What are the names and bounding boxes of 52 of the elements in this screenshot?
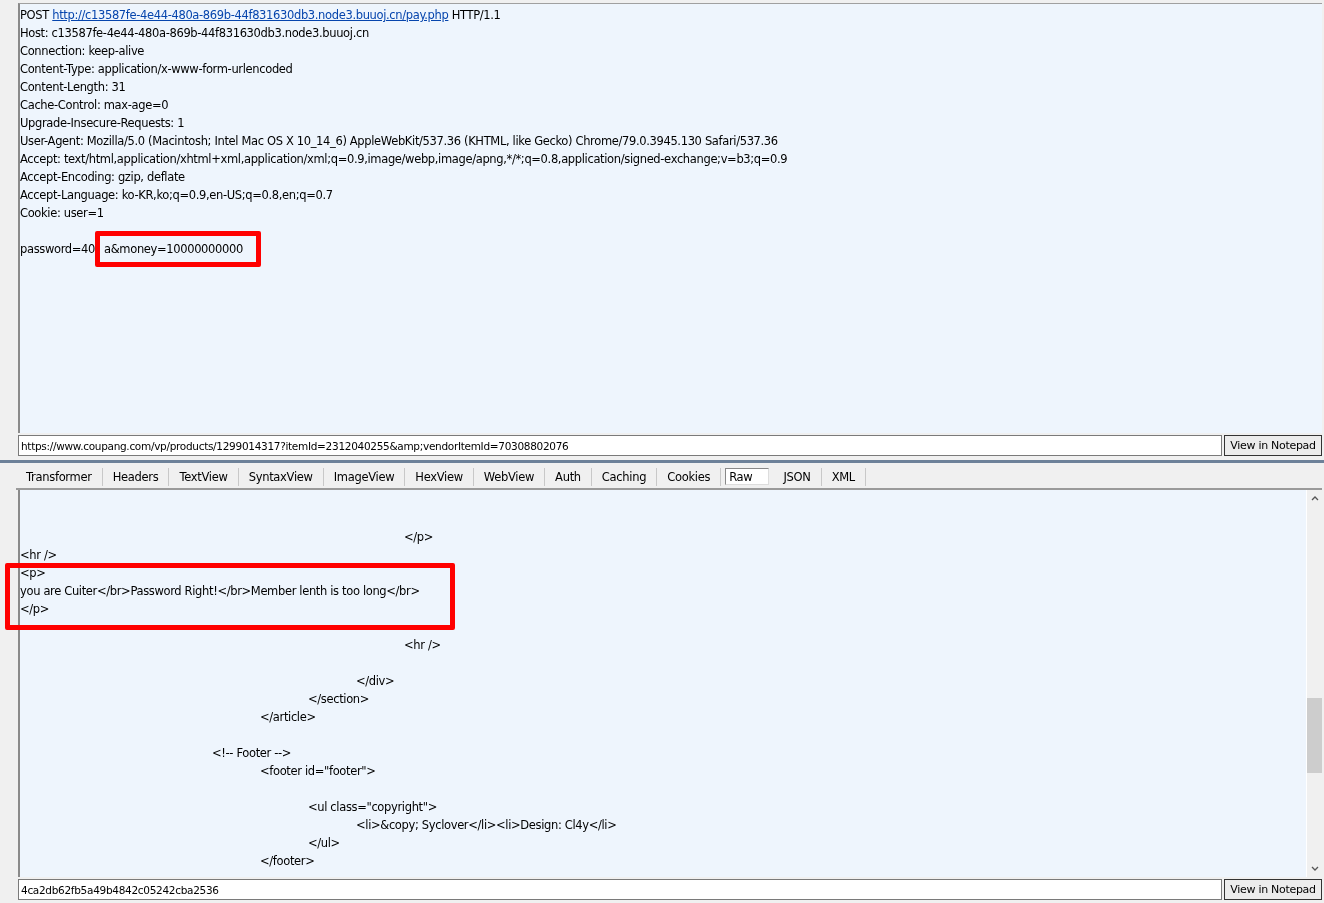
tab[interactable]: Headers (102, 467, 170, 486)
code-line: you are Cuiter</br>Password Right!</br>Member lenth is too long</br> (20, 584, 420, 598)
scrollbar-thumb[interactable] (1307, 698, 1322, 773)
hash-field[interactable]: 4ca2db62fb5a49b4842c05242cba2536 (18, 879, 1222, 900)
tab[interactable]: Transformer (16, 467, 103, 486)
http-version: HTTP/1.1 (451, 8, 501, 22)
header-line: Accept-Encoding: gzip, deflate (20, 169, 186, 186)
code-line: <hr /> (403, 638, 441, 652)
request-body-text: password=40 (20, 242, 96, 256)
tab[interactable]: WebView (473, 467, 546, 486)
request-method: POST (20, 8, 49, 22)
header-line: Cookie: user=1 (20, 205, 105, 222)
code-line: </p> (403, 530, 434, 544)
tab[interactable]: SyntaxView (238, 467, 324, 486)
tab[interactable]: JSON (773, 467, 822, 486)
scroll-down-icon[interactable] (1310, 866, 1319, 871)
tab[interactable]: Caching (591, 467, 658, 486)
code-line: </ul> (307, 836, 340, 850)
header-line: Accept: text/html,application/xhtml+xml,application/xml;q=0.9,image/webp,image/apng,*/*;q=0.8,application/signed-exchange;v=b3;q=0.9 (20, 151, 789, 168)
tab[interactable]: ImageView (323, 467, 406, 486)
code-line: <!-- Footer --> (211, 746, 292, 760)
header-line: User-Agent: Mozilla/5.0 (Macintosh; Intel Mac OS X 10_14_6) AppleWebKit/537.36 (KHTML, like Gecko) Chrome/79.0.3945.130 Safari/537.36 (20, 133, 779, 150)
code-line: </p> (20, 602, 50, 616)
view-in-notepad-button[interactable]: View in Notepad (1224, 879, 1322, 900)
header-line: Upgrade-Insecure-Requests: 1 (20, 115, 186, 132)
tab[interactable]: Auth (545, 467, 592, 486)
code-line: </section> (307, 692, 370, 706)
scrollbar[interactable] (1306, 490, 1322, 877)
header-line: Accept-Language: ko-KR,ko;q=0.9,en-US;q=0.8,en;q=0.7 (20, 187, 334, 204)
url-field[interactable]: https://www.coupang.com/vp/products/1299014317?itemId=2312040255&amp;vendorItemId=70308802076 (18, 435, 1222, 456)
code-line: </article> (259, 710, 316, 724)
tab[interactable]: TextView (169, 467, 239, 486)
code-line: <li>&copy; Syclover</li><li>Design: Cl4y</li> (355, 818, 617, 832)
code-line: </footer> (259, 854, 315, 868)
code-line: <hr /> (20, 548, 57, 562)
header-line: Connection: keep-alive (20, 43, 146, 60)
header-line: Content-Length: 31 (20, 79, 127, 96)
header-line: Host: c13587fe-4e44-480a-869b-44f831630db3.node3.buuoj.cn (20, 25, 370, 42)
tab[interactable]: Raw (725, 468, 770, 485)
code-line: <footer id="footer"> (259, 764, 376, 778)
request-body-text: a&money=10000000000 (104, 242, 243, 256)
tab[interactable]: Cookies (657, 467, 722, 486)
code-line: </div> (355, 674, 395, 688)
request-url-link[interactable]: http://c13587fe-4e44-480a-869b-44f831630db3.node3.buuoj.cn/pay.php (52, 8, 449, 22)
header-line: Cache-Control: max-age=0 (20, 97, 170, 114)
tab[interactable]: XML (821, 467, 866, 486)
tab[interactable]: HexView (405, 467, 474, 486)
header-line: Content-Type: application/x-www-form-urlencoded (20, 61, 294, 78)
view-in-notepad-button[interactable]: View in Notepad (1224, 435, 1322, 456)
code-line: <p> (20, 566, 46, 580)
scroll-up-icon[interactable] (1310, 496, 1319, 501)
code-line: <ul class="copyright"> (307, 800, 437, 814)
